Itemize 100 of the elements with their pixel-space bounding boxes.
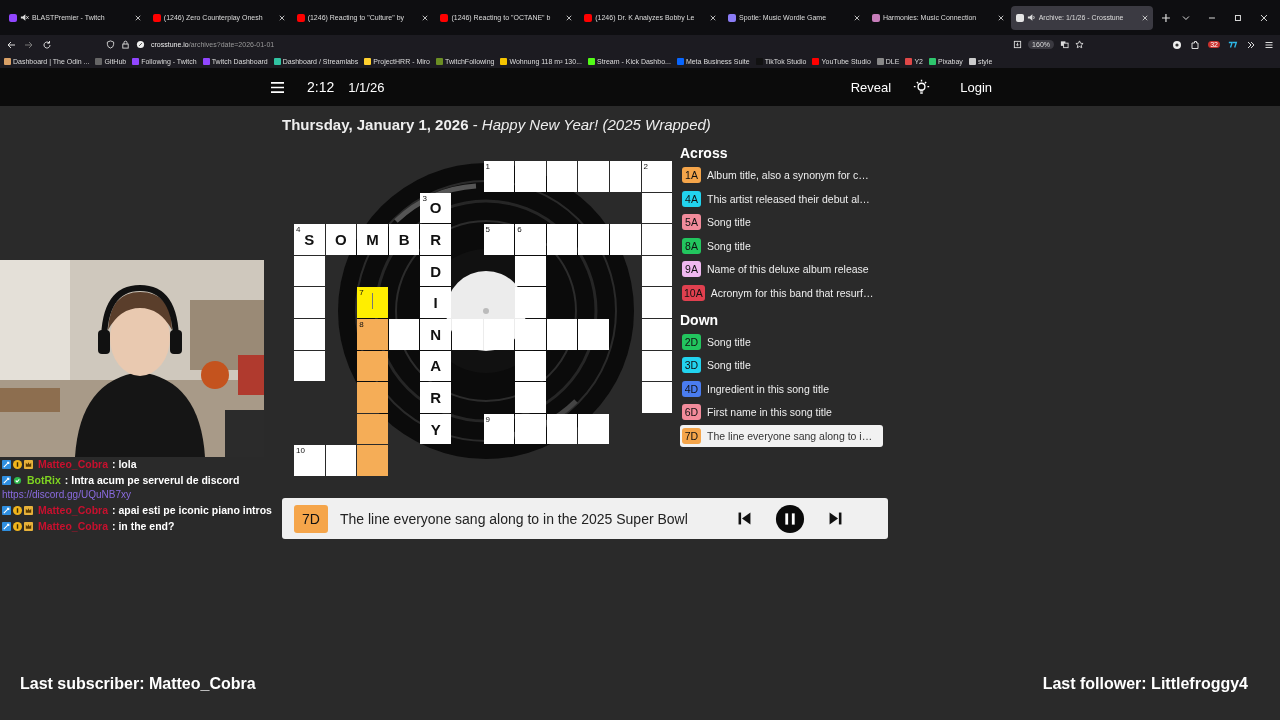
grid-cell[interactable] [609, 161, 641, 192]
grid-cell[interactable]: D [420, 255, 451, 287]
grid-cell[interactable] [357, 445, 388, 476]
grid-cell[interactable] [641, 382, 673, 413]
back-icon[interactable] [6, 39, 16, 50]
chat-link[interactable]: https://discord.gg/UQuNB7xy [2, 489, 272, 500]
close-icon[interactable] [134, 14, 141, 21]
pause-icon[interactable] [774, 503, 805, 534]
close-icon[interactable] [710, 14, 717, 21]
grid-cell[interactable]: O [325, 224, 357, 255]
lock-icon[interactable] [121, 40, 130, 49]
restore-icon[interactable] [1233, 12, 1244, 23]
close-icon[interactable] [853, 14, 860, 21]
close-icon[interactable] [422, 14, 429, 21]
grid-cell[interactable] [546, 161, 578, 192]
overflow-icon[interactable] [1246, 39, 1256, 50]
clue-item[interactable]: 7D The line everyone sang along to i… [680, 424, 883, 447]
clue-text: Song title [707, 216, 751, 229]
menu-icon[interactable] [1264, 39, 1274, 50]
grid-cell[interactable] [515, 382, 546, 413]
grid-cell[interactable] [641, 255, 673, 287]
grid-cell[interactable]: R [420, 224, 451, 255]
translate-icon[interactable] [1060, 40, 1069, 49]
grid-cell[interactable] [294, 318, 325, 350]
grid-cell[interactable] [515, 255, 546, 287]
clue-item[interactable]: 10A Acronym for this band that resurf… [680, 281, 883, 304]
close-icon[interactable] [566, 14, 573, 21]
grid-cell[interactable] [357, 382, 388, 413]
reveal-button[interactable]: Reveal [848, 75, 894, 99]
clue-item[interactable]: 3D Song title [680, 354, 883, 377]
grid-cell[interactable]: Y [420, 413, 451, 445]
grid-cell[interactable] [578, 224, 609, 255]
shield-icon[interactable] [106, 40, 115, 49]
star-icon[interactable] [1075, 40, 1084, 49]
grid-cell[interactable]: 2 [641, 161, 673, 192]
grid-cell[interactable] [578, 161, 609, 192]
grid-cell[interactable] [515, 287, 546, 318]
new-tab-icon[interactable] [1160, 12, 1171, 23]
login-button[interactable]: Login [958, 75, 994, 99]
close-icon[interactable] [1259, 12, 1270, 23]
clue-item[interactable]: 6D First name in this song title [680, 401, 883, 424]
grid-cell[interactable]: R [420, 382, 451, 413]
grid-cell[interactable]: M [357, 224, 388, 255]
grid-cell[interactable] [357, 413, 388, 445]
grid-cell[interactable] [515, 161, 546, 192]
cell-letter: R [430, 231, 442, 248]
account-icon[interactable] [1172, 39, 1183, 50]
grid-cell[interactable]: 8 [357, 318, 388, 350]
grid-cell[interactable] [641, 192, 673, 224]
muted-speaker-icon[interactable] [20, 13, 29, 22]
clue-item[interactable]: 9A Name of this deluxe album release [680, 258, 883, 281]
grid-cell[interactable] [515, 318, 546, 350]
grid-cell[interactable]: I [420, 287, 451, 318]
grid-cell[interactable]: 4 S [294, 224, 325, 255]
clue-item[interactable]: 4D Ingredient in this song title [680, 377, 883, 400]
grid-cell[interactable]: 10 [294, 445, 325, 476]
download-icon[interactable] [1013, 40, 1023, 49]
extensions-icon[interactable] [1190, 39, 1201, 50]
cell-letter: N [430, 325, 442, 343]
clue-item[interactable]: 1A Album title, also a synonym for c… [680, 164, 883, 186]
grid-cell[interactable] [515, 350, 546, 382]
check-badge-icon [13, 475, 22, 485]
grid-cell[interactable]: 7 [357, 287, 388, 318]
forward-icon[interactable] [24, 39, 34, 50]
grid-cell[interactable] [357, 350, 388, 382]
grid-cell[interactable] [641, 350, 673, 382]
clue-item[interactable]: 2D Song title [680, 330, 883, 353]
grid-cell[interactable] [578, 413, 609, 445]
grid-cell[interactable] [641, 224, 673, 255]
grid-cell[interactable] [641, 318, 673, 350]
grid-cell[interactable] [546, 224, 578, 255]
menu-icon[interactable] [270, 80, 285, 94]
reload-icon[interactable] [42, 39, 52, 50]
clue-item[interactable]: 4A This artist released their debut al… [680, 187, 883, 210]
grid-cell[interactable] [294, 287, 325, 318]
clue-label: 7D [682, 427, 701, 444]
grid-cell[interactable] [294, 350, 325, 382]
close-icon[interactable] [278, 14, 285, 21]
grid-cell[interactable]: 1 [483, 161, 515, 192]
grid-cell[interactable] [578, 318, 609, 350]
sword-badge-icon [2, 505, 11, 515]
lightbulb-icon[interactable] [913, 78, 931, 96]
extension-icon[interactable] [1228, 39, 1238, 50]
clue-item[interactable]: 8A Song title [680, 234, 883, 257]
grid-cell[interactable] [641, 287, 673, 318]
grid-cell[interactable] [294, 255, 325, 287]
clue-item[interactable]: 5A Song title [680, 211, 883, 234]
cell-letter: O [335, 231, 347, 248]
close-icon[interactable] [997, 14, 1004, 21]
grid-cell[interactable] [609, 224, 641, 255]
grid-cell[interactable] [325, 445, 357, 476]
grid-cell[interactable]: N [420, 318, 451, 350]
grid-cell[interactable]: 6 [515, 224, 546, 255]
grid-cell[interactable]: A [420, 350, 451, 382]
grid-cell[interactable] [515, 413, 546, 445]
speaker-icon[interactable] [1026, 13, 1036, 22]
grid-cell[interactable]: B [388, 224, 420, 255]
grid-cell[interactable]: 5 [483, 224, 515, 255]
close-icon[interactable] [1141, 14, 1148, 21]
clue-text: Song title [707, 335, 751, 348]
